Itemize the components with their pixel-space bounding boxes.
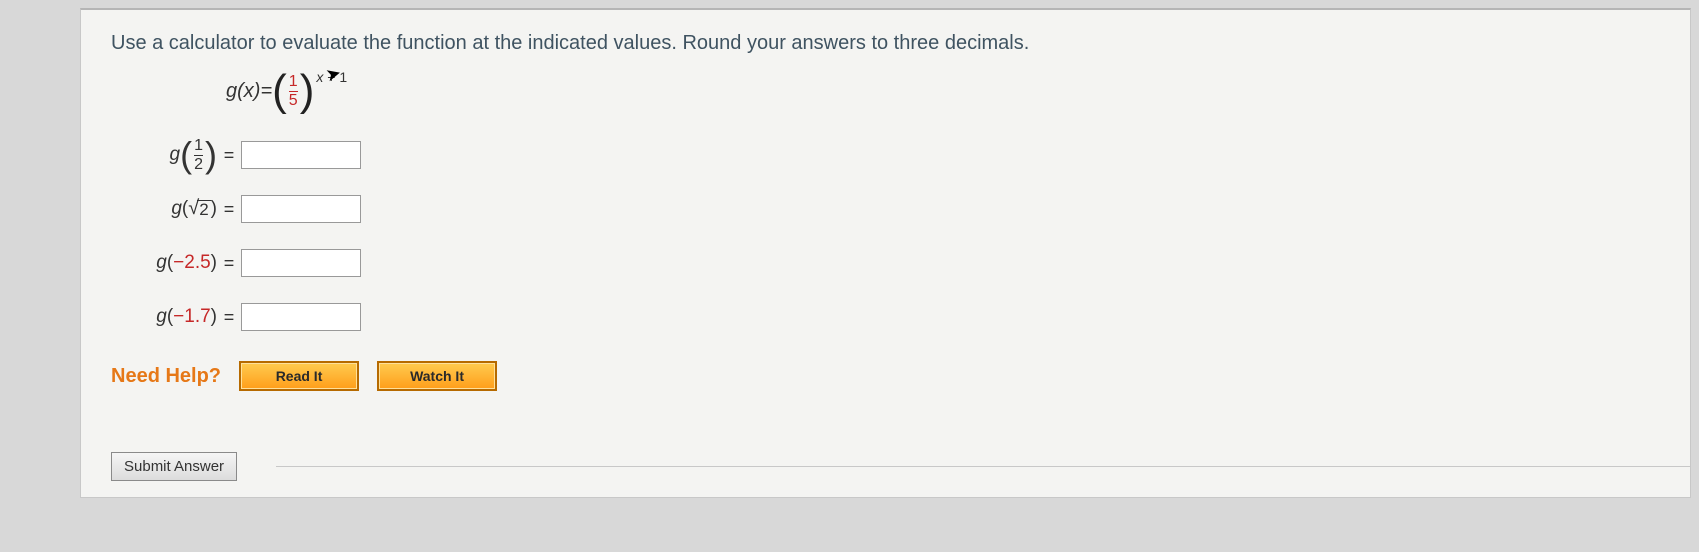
- help-row: Need Help? Read It Watch It: [111, 361, 1660, 391]
- submit-divider: Submit Answer: [276, 466, 1690, 467]
- evaluation-block: g ( 1 2 ) = g( √2 ): [111, 133, 1660, 339]
- equals-sign: =: [217, 307, 241, 328]
- sqrt-icon: √2: [188, 198, 210, 220]
- frac-denominator: 5: [289, 91, 298, 109]
- func-x: (x): [237, 80, 260, 103]
- paren-close: ): [300, 76, 315, 107]
- submit-answer-button[interactable]: Submit Answer: [111, 452, 237, 481]
- eval-label: g(−1.7): [111, 306, 217, 328]
- eval-label: g( √2 ): [111, 198, 217, 220]
- eval-row-neg2-5: g(−2.5) =: [111, 241, 1660, 285]
- function-definition: g(x) = ( 1 5 ) x + 1 ➤: [226, 67, 1660, 115]
- need-help-label: Need Help?: [111, 365, 221, 388]
- question-prompt: Use a calculator to evaluate the functio…: [111, 32, 1660, 55]
- paren-open: (: [272, 76, 287, 107]
- answer-input-1[interactable]: [241, 141, 361, 169]
- fraction-one-half: 1 2: [194, 138, 203, 173]
- arg-value: −1.7: [173, 306, 211, 328]
- watch-it-button[interactable]: Watch It: [377, 361, 497, 391]
- eval-row-half: g ( 1 2 ) =: [111, 133, 1660, 177]
- read-it-button[interactable]: Read It: [239, 361, 359, 391]
- eval-row-sqrt2: g( √2 ) =: [111, 187, 1660, 231]
- answer-input-4[interactable]: [241, 303, 361, 331]
- answer-input-2[interactable]: [241, 195, 361, 223]
- question-panel: Use a calculator to evaluate the functio…: [80, 8, 1691, 498]
- equals-sign: =: [217, 145, 241, 166]
- equals-sign: =: [217, 199, 241, 220]
- page-frame: Use a calculator to evaluate the functio…: [0, 0, 1699, 552]
- eval-label: g(−2.5): [111, 252, 217, 274]
- answer-input-3[interactable]: [241, 249, 361, 277]
- arg-value: −2.5: [173, 252, 211, 274]
- equals-sign: =: [217, 253, 241, 274]
- fraction-one-fifth: 1 5: [289, 74, 298, 109]
- func-g: g: [226, 80, 237, 103]
- func-equals: =: [260, 80, 272, 103]
- eval-label: g ( 1 2 ): [111, 138, 217, 173]
- eval-row-neg1-7: g(−1.7) =: [111, 295, 1660, 339]
- frac-numerator: 1: [289, 74, 298, 91]
